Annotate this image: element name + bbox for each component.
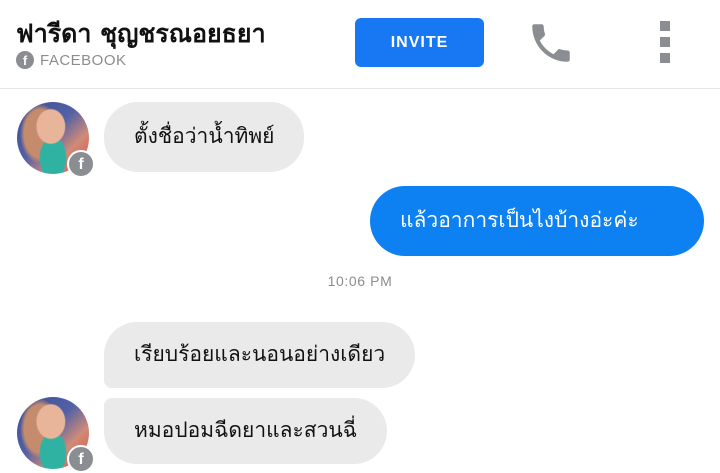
facebook-badge-icon: f <box>67 150 95 178</box>
message-timestamp: 10:06 PM <box>327 273 393 289</box>
chat-header: ฟารีดา ชุญชรณอยธยา f FACEBOOK INVITE <box>0 0 720 89</box>
more-options-button[interactable] <box>645 16 685 68</box>
facebook-icon: f <box>16 51 34 69</box>
phone-icon <box>532 24 570 62</box>
message-bubble-incoming[interactable]: ตั้งชื่อว่าน้ำทิพย์ <box>104 102 305 172</box>
call-button[interactable] <box>524 18 578 68</box>
contact-name[interactable]: ฟารีดา ชุญชรณอยธยา <box>16 14 266 54</box>
invite-button[interactable]: INVITE <box>355 18 484 67</box>
source-label: FACEBOOK <box>40 51 127 69</box>
facebook-badge-icon: f <box>67 445 95 473</box>
more-vertical-icon <box>660 21 670 63</box>
contact-avatar[interactable]: f <box>17 102 95 178</box>
message-bubble-incoming[interactable]: หมอปอมฉีดยาและสวนฉี่ <box>104 398 388 464</box>
contact-avatar[interactable]: f <box>17 397 95 473</box>
message-bubble-incoming[interactable]: เรียบร้อยและนอนอย่างเดียว <box>104 322 416 388</box>
contact-source: f FACEBOOK <box>16 51 127 69</box>
message-bubble-outgoing[interactable]: แล้วอาการเป็นไงบ้างอ่ะค่ะ <box>370 186 704 256</box>
